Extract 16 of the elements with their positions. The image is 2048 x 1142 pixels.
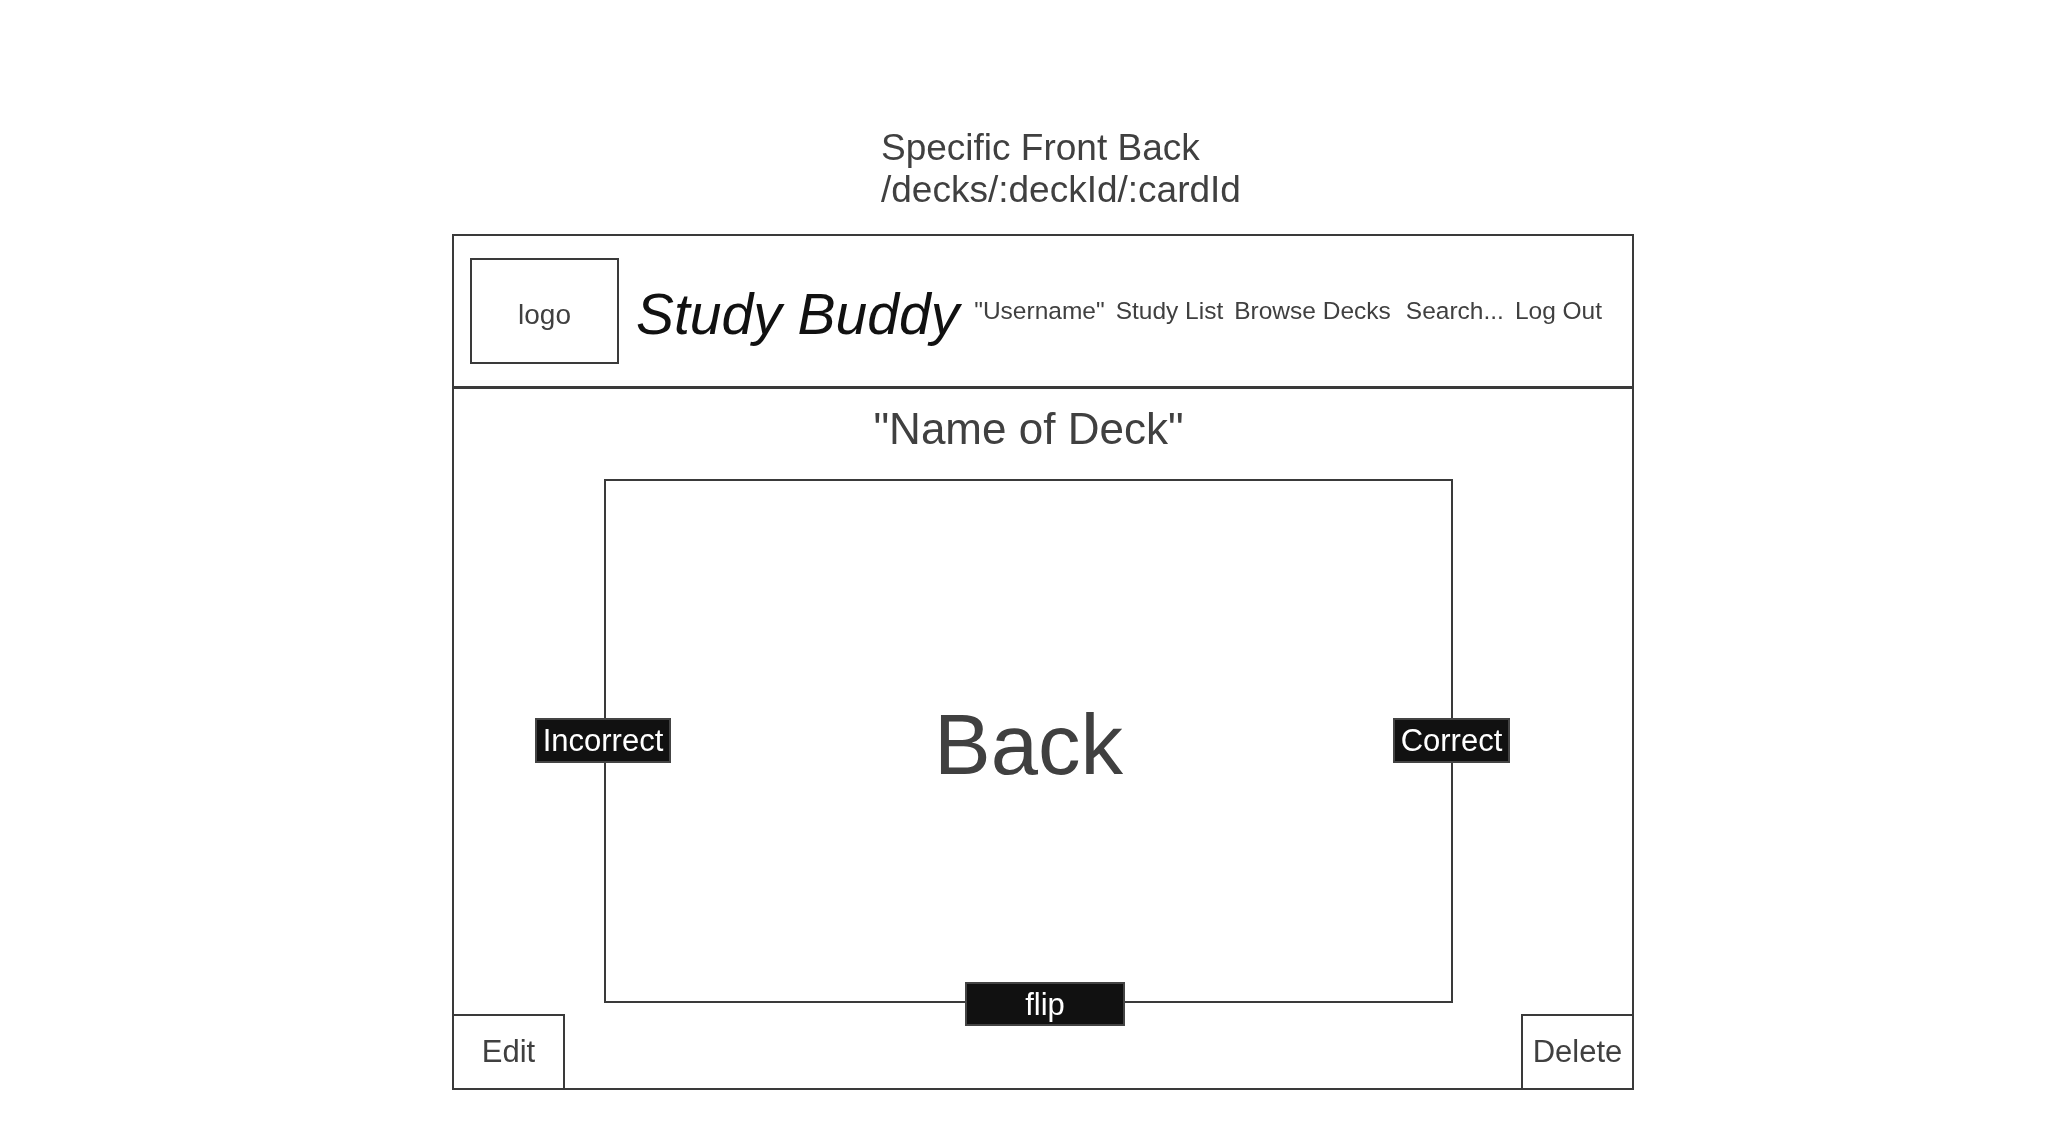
logo-label: logo	[518, 298, 571, 332]
app-name: Study Buddy	[636, 280, 960, 346]
deck-title: "Name of Deck"	[872, 404, 1185, 454]
nav-link[interactable]: "Username"	[974, 292, 1105, 330]
nav-link[interactable]: Study List	[1115, 292, 1224, 330]
page-title: Specific Front Back	[881, 127, 1200, 169]
flip-button[interactable]: flip	[965, 982, 1125, 1026]
incorrect-button[interactable]: Incorrect	[535, 718, 671, 763]
edit-button[interactable]: Edit	[454, 1014, 565, 1088]
nav-link[interactable]: Browse Decks	[1234, 292, 1391, 330]
delete-button[interactable]: Delete	[1521, 1014, 1632, 1088]
correct-button[interactable]: Correct	[1393, 718, 1510, 763]
card-side-text: Back	[934, 695, 1123, 787]
nav-link[interactable]: Log Out	[1514, 292, 1603, 330]
nav-link[interactable]: Search...	[1405, 292, 1504, 330]
route-path: /decks/:deckId/:cardId	[881, 169, 1241, 211]
